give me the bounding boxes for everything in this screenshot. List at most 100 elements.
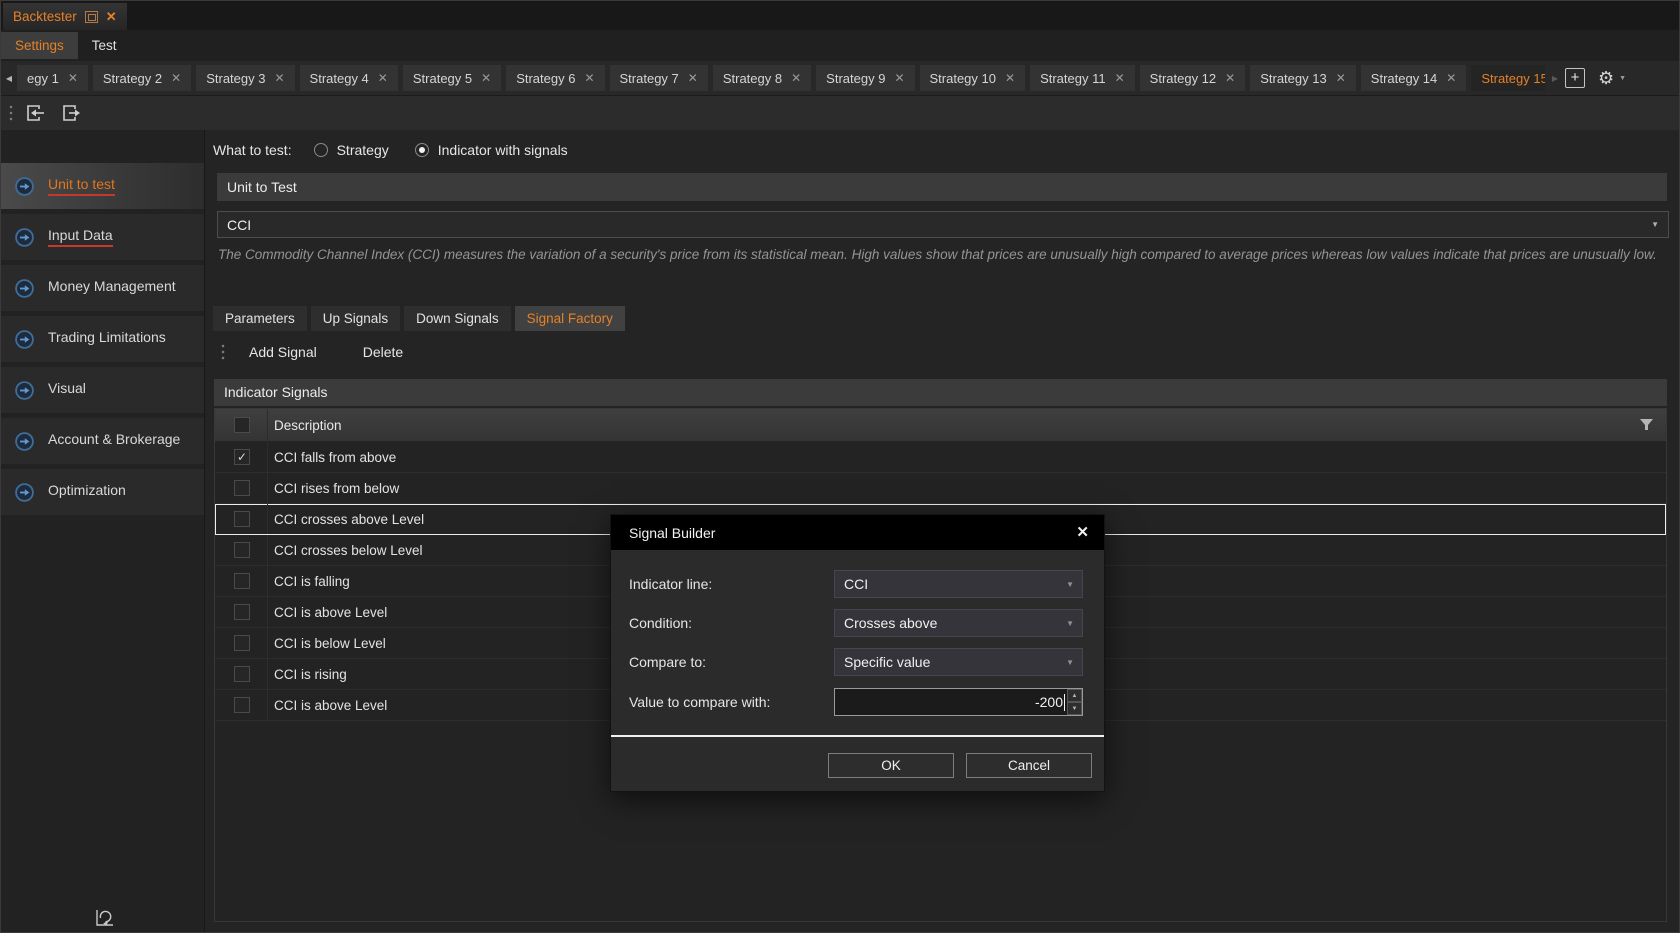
chevron-down-icon[interactable]: ▼ — [1619, 75, 1626, 82]
scroll-left-icon[interactable]: ◀ — [1, 61, 17, 95]
export-settings-button[interactable] — [59, 101, 83, 125]
sidebar-item-visual[interactable]: Visual — [1, 367, 204, 413]
arrow-circle-icon — [14, 482, 35, 503]
strategy-tab[interactable]: Strategy 13✕ — [1250, 65, 1356, 91]
field-dropdown[interactable]: CCI▼ — [834, 570, 1083, 598]
dialog-titlebar[interactable]: Signal Builder — [611, 515, 1104, 550]
close-icon[interactable]: ✕ — [1115, 71, 1125, 85]
row-checkbox[interactable] — [234, 635, 250, 651]
row-checkbox[interactable] — [234, 573, 250, 589]
doc-tab-backtester[interactable]: Backtester ✕ — [3, 3, 127, 30]
spin-up-button[interactable]: ▲ — [1067, 689, 1082, 702]
tab-parameters[interactable]: Parameters — [213, 306, 307, 331]
strategy-tab[interactable]: Strategy 15✕ — [1471, 65, 1545, 91]
strategy-tab[interactable]: Strategy 10✕ — [920, 65, 1026, 91]
strategy-tab[interactable]: Strategy 11✕ — [1030, 65, 1135, 91]
radio-button[interactable] — [415, 143, 429, 157]
signal-description: CCI is above Level — [274, 698, 387, 713]
strategy-tab[interactable]: Strategy 2✕ — [93, 65, 191, 91]
close-icon[interactable]: ✕ — [1005, 71, 1015, 85]
toolbar-grip[interactable] — [9, 104, 13, 122]
close-icon[interactable]: ✕ — [1446, 71, 1456, 85]
spin-down-button[interactable]: ▼ — [1067, 702, 1082, 715]
import-settings-button[interactable] — [23, 101, 47, 125]
radio-option-indicator-with-signals[interactable]: Indicator with signals — [415, 142, 568, 158]
arrow-circle-icon — [14, 329, 35, 350]
refresh-icon[interactable] — [93, 906, 115, 928]
tab-signal-factory[interactable]: Signal Factory — [515, 306, 625, 331]
add-strategy-button[interactable]: + — [1565, 68, 1585, 88]
strategy-settings-group[interactable]: ⚙ ▼ — [1598, 66, 1626, 90]
dropdown-value[interactable]: CCI▼ — [834, 570, 1083, 598]
sidebar-item-money-management[interactable]: Money Management — [1, 265, 204, 311]
scroll-right-icon[interactable]: ▶ — [1547, 61, 1563, 95]
strategy-tab[interactable]: Strategy 3✕ — [196, 65, 294, 91]
close-icon[interactable]: ✕ — [1225, 71, 1235, 85]
restore-window-icon[interactable] — [85, 11, 98, 23]
chevron-down-icon: ▼ — [1066, 619, 1074, 628]
field-dropdown[interactable]: Specific value▼ — [834, 648, 1083, 676]
select-all-checkbox[interactable] — [234, 417, 250, 433]
number-input[interactable]: -200▲▼ — [834, 688, 1083, 716]
sidebar-item-input-data[interactable]: Input Data — [1, 214, 204, 260]
strategy-tab[interactable]: Strategy 5✕ — [403, 65, 501, 91]
row-checkbox[interactable] — [234, 697, 250, 713]
dropdown-value[interactable]: Crosses above▼ — [834, 609, 1083, 637]
table-row[interactable]: CCI rises from below — [215, 473, 1666, 504]
strategy-tab-label: Strategy 7 — [620, 71, 679, 86]
close-icon[interactable]: ✕ — [584, 71, 594, 85]
signal-toolbar-grip[interactable] — [221, 343, 225, 361]
strategy-tab[interactable]: Strategy 7 ✕ — [610, 65, 708, 91]
strategy-tab[interactable]: Strategy 8✕ — [713, 65, 811, 91]
close-icon[interactable]: ✕ — [894, 71, 904, 85]
close-icon[interactable]: ✕ — [1336, 71, 1346, 85]
row-checkbox[interactable] — [234, 542, 250, 558]
ok-button[interactable]: OK — [828, 753, 954, 778]
row-checkbox[interactable]: ✓ — [234, 449, 250, 465]
strategy-tab[interactable]: Strategy 6✕ — [506, 65, 604, 91]
close-icon[interactable]: ✕ — [1076, 523, 1089, 541]
sidebar-item-label: Trading Limitations — [48, 329, 166, 349]
close-icon[interactable]: ✕ — [171, 71, 181, 85]
tab-down-signals[interactable]: Down Signals — [404, 306, 511, 331]
delete-signal-button[interactable]: Delete — [349, 344, 417, 360]
row-checkbox[interactable] — [234, 511, 250, 527]
unit-combobox[interactable]: CCI ▼ — [217, 211, 1669, 238]
dropdown-value[interactable]: Specific value▼ — [834, 648, 1083, 676]
field-dropdown[interactable]: Crosses above▼ — [834, 609, 1083, 637]
table-row[interactable]: ✓CCI falls from above — [215, 442, 1666, 473]
row-checkbox[interactable] — [234, 480, 250, 496]
field-number-input[interactable]: -200▲▼ — [834, 688, 1083, 716]
close-icon[interactable]: ✕ — [688, 71, 698, 85]
add-signal-button[interactable]: Add Signal — [235, 344, 331, 360]
close-icon[interactable]: ✕ — [791, 71, 801, 85]
radio-option-strategy[interactable]: Strategy — [314, 142, 389, 158]
strategy-tab[interactable]: Strategy 12✕ — [1140, 65, 1246, 91]
sidebar-item-trading-limitations[interactable]: Trading Limitations — [1, 316, 204, 362]
sidebar-item-label: Account & Brokerage — [48, 431, 180, 451]
tab-settings[interactable]: Settings — [1, 32, 78, 59]
radio-button[interactable] — [314, 143, 328, 157]
tab-up-signals[interactable]: Up Signals — [311, 306, 400, 331]
row-checkbox[interactable] — [234, 666, 250, 682]
filter-icon[interactable] — [1639, 418, 1654, 432]
sidebar-item-unit-to-test[interactable]: Unit to test — [1, 163, 204, 209]
signals-table-header[interactable]: Description — [215, 409, 1666, 442]
gear-icon[interactable]: ⚙ — [1598, 66, 1614, 90]
close-icon[interactable]: ✕ — [274, 71, 284, 85]
cancel-button[interactable]: Cancel — [966, 753, 1092, 778]
strategy-tab[interactable]: Strategy 14✕ — [1361, 65, 1467, 91]
sidebar-item-optimization[interactable]: Optimization — [1, 469, 204, 515]
close-icon[interactable]: ✕ — [106, 9, 117, 25]
close-icon[interactable]: ✕ — [378, 71, 388, 85]
strategy-tab[interactable]: egy 1✕ — [17, 65, 88, 91]
row-checkbox[interactable] — [234, 604, 250, 620]
close-icon[interactable]: ✕ — [68, 71, 78, 85]
sidebar-item-account-brokerage[interactable]: Account & Brokerage — [1, 418, 204, 464]
strategy-tab[interactable]: Strategy 9✕ — [816, 65, 914, 91]
close-icon[interactable]: ✕ — [481, 71, 491, 85]
signal-description: CCI crosses below Level — [274, 543, 423, 558]
strategy-tab[interactable]: Strategy 4✕ — [300, 65, 398, 91]
tab-test[interactable]: Test — [78, 32, 131, 59]
signal-description: CCI is above Level — [274, 605, 387, 620]
